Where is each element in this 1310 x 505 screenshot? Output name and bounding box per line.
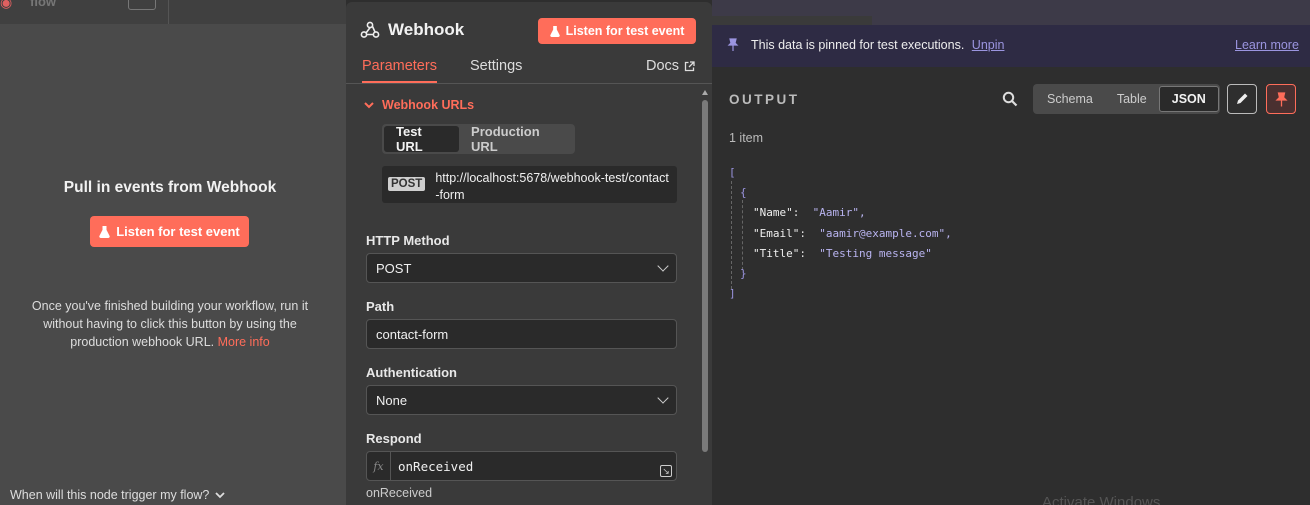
webhook-url[interactable]: http://localhost:5678/webhook-test/conta… bbox=[435, 170, 671, 204]
output-view-toggle: Schema Table JSON bbox=[1033, 84, 1220, 114]
flask-icon bbox=[99, 225, 110, 238]
tab-parameters[interactable]: Parameters bbox=[362, 58, 437, 83]
unpin-link[interactable]: Unpin bbox=[972, 38, 1005, 52]
pinned-text: This data is pinned for test executions. bbox=[751, 38, 965, 52]
authentication-value: None bbox=[376, 392, 408, 408]
json-value: "aamir@example.com", bbox=[819, 227, 952, 240]
scroll-up-icon[interactable] bbox=[702, 90, 708, 95]
workflow-name[interactable]: flow bbox=[30, 0, 56, 9]
production-url-option[interactable]: Production URL bbox=[459, 124, 573, 154]
items-count: 1 item bbox=[729, 131, 764, 145]
json-array-close: ] bbox=[729, 287, 736, 300]
output-title: OUTPUT bbox=[729, 92, 800, 107]
webhook-urls-label: Webhook URLs bbox=[382, 98, 475, 112]
path-label: Path bbox=[366, 299, 395, 314]
top-bar: ◉ flow bbox=[0, 0, 346, 24]
respond-value: onReceived bbox=[398, 458, 474, 474]
pin-icon bbox=[727, 38, 739, 51]
json-object-close: } bbox=[740, 267, 747, 280]
trigger-question[interactable]: When will this node trigger my flow? bbox=[10, 488, 226, 502]
add-tag-button[interactable] bbox=[128, 0, 156, 10]
path-input[interactable]: contact-form bbox=[366, 319, 677, 349]
webhook-url-box[interactable]: POST http://localhost:5678/webhook-test/… bbox=[382, 166, 677, 203]
scrollbar[interactable] bbox=[698, 86, 710, 505]
pull-events-title: Pull in events from Webhook bbox=[63, 179, 277, 196]
flask-icon bbox=[549, 25, 560, 37]
node-settings-panel: Webhook Listen for test event Parameters… bbox=[346, 2, 712, 505]
json-value: "Testing message" bbox=[819, 247, 932, 260]
trigger-question-label: When will this node trigger my flow? bbox=[10, 488, 210, 502]
node-header: Webhook Listen for test event bbox=[346, 2, 712, 52]
method-badge: POST bbox=[388, 177, 426, 191]
listen-label: Listen for test event bbox=[116, 224, 240, 239]
webhook-icon bbox=[360, 21, 380, 38]
chevron-down-icon bbox=[364, 101, 374, 108]
output-panel: This data is pinned for test executions.… bbox=[712, 0, 1310, 505]
workflow-icon: ◉ bbox=[0, 0, 13, 10]
pinned-message: This data is pinned for test executions.… bbox=[751, 38, 1004, 52]
divider bbox=[712, 16, 872, 25]
node-title-label[interactable]: Webhook bbox=[388, 20, 464, 40]
activation-watermark: Activate Windows bbox=[1042, 494, 1161, 505]
listen-label: Listen for test event bbox=[565, 24, 685, 38]
json-object-open: { bbox=[740, 186, 747, 199]
divider bbox=[168, 0, 169, 24]
trigger-description: Once you've finished building your workf… bbox=[20, 297, 320, 351]
schema-view-option[interactable]: Schema bbox=[1035, 86, 1105, 112]
edit-output-button[interactable] bbox=[1227, 84, 1257, 114]
webhook-urls-toggle[interactable]: Webhook URLs bbox=[364, 98, 474, 112]
authentication-select[interactable]: None bbox=[366, 385, 677, 415]
tab-settings[interactable]: Settings bbox=[470, 58, 522, 81]
node-title: Webhook bbox=[360, 20, 464, 40]
chevron-down-icon bbox=[657, 392, 669, 404]
docs-label: Docs bbox=[646, 58, 680, 74]
indent-guide bbox=[731, 181, 732, 289]
authentication-label: Authentication bbox=[366, 365, 457, 380]
json-key: "Name" bbox=[753, 206, 793, 219]
learn-more-link[interactable]: Learn more bbox=[1235, 38, 1299, 52]
listen-for-test-event-button[interactable]: Listen for test event bbox=[538, 18, 696, 44]
chevron-down-icon bbox=[657, 260, 669, 272]
http-method-label: HTTP Method bbox=[366, 233, 450, 248]
json-array-open: [ bbox=[729, 166, 736, 179]
indent-guide bbox=[742, 200, 743, 270]
docs-link[interactable]: Docs bbox=[646, 58, 695, 81]
fx-icon: fx bbox=[367, 452, 391, 480]
pin-icon bbox=[1274, 91, 1288, 106]
url-type-toggle: Test URL Production URL bbox=[382, 124, 575, 154]
json-key: "Email" bbox=[753, 227, 800, 240]
table-view-option[interactable]: Table bbox=[1105, 86, 1159, 112]
external-link-icon bbox=[684, 60, 695, 71]
json-entry: "Title": "Testing message" bbox=[753, 247, 932, 260]
listen-for-test-event-button[interactable]: Listen for test event bbox=[90, 216, 249, 247]
pin-data-button[interactable] bbox=[1266, 84, 1296, 114]
json-entry: "Name": "Aamir", bbox=[753, 206, 866, 219]
more-info-link[interactable]: More info bbox=[218, 335, 270, 349]
scroll-thumb[interactable] bbox=[702, 100, 708, 452]
search-icon[interactable] bbox=[1002, 91, 1018, 107]
json-value: "Aamir", bbox=[812, 206, 866, 219]
json-key: "Title" bbox=[753, 247, 800, 260]
node-tabs: Parameters Settings Docs bbox=[346, 58, 712, 84]
json-view-option[interactable]: JSON bbox=[1158, 86, 1219, 112]
respond-hint: onReceived bbox=[366, 486, 433, 500]
pinned-data-banner: This data is pinned for test executions.… bbox=[712, 25, 1310, 67]
output-top-strip bbox=[712, 0, 1310, 25]
json-entry: "Email": "aamir@example.com", bbox=[753, 227, 952, 240]
test-url-option[interactable]: Test URL bbox=[384, 124, 460, 154]
path-value: contact-form bbox=[376, 326, 449, 342]
pencil-icon bbox=[1237, 93, 1248, 104]
chevron-down-icon bbox=[215, 491, 226, 498]
http-method-value: POST bbox=[376, 260, 412, 276]
n8n-editor: ◉ flow Pull in events from Webhook Liste… bbox=[0, 0, 1310, 505]
parameters-body: Webhook URLs Test URL Production URL POS… bbox=[346, 86, 698, 505]
http-method-select[interactable]: POST bbox=[366, 253, 677, 283]
respond-expression-input[interactable]: fx onReceived ↘ bbox=[366, 451, 677, 481]
expand-icon[interactable]: ↘ bbox=[660, 465, 672, 477]
input-panel: ◉ flow Pull in events from Webhook Liste… bbox=[0, 0, 346, 505]
respond-label: Respond bbox=[366, 431, 422, 446]
